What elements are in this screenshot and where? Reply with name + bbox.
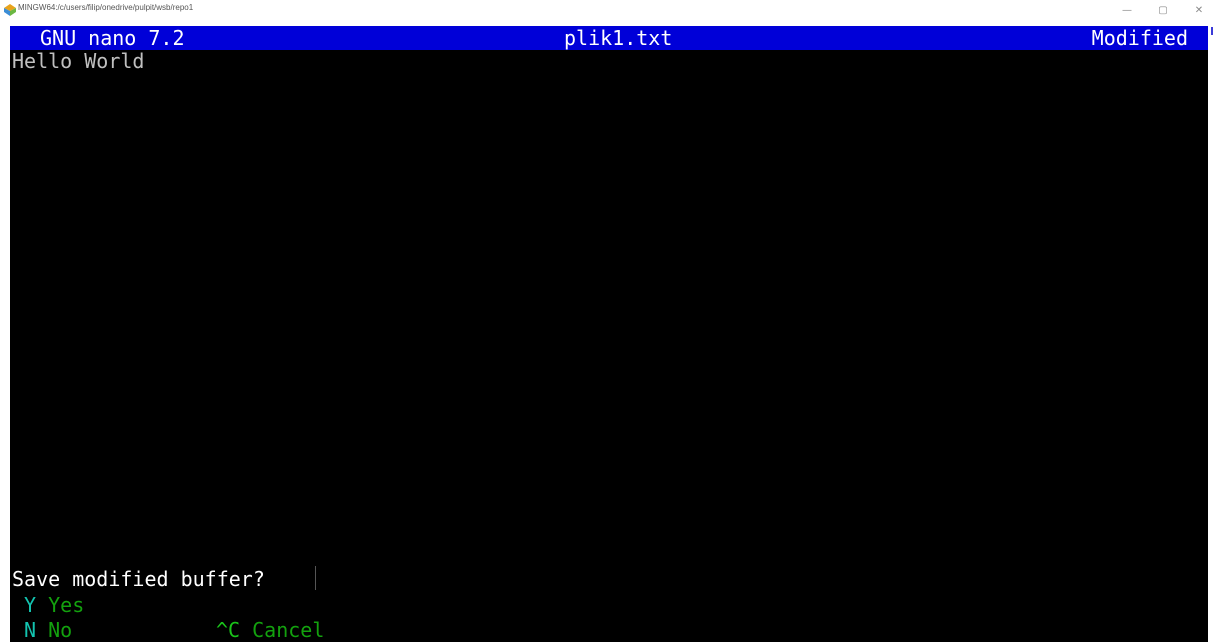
mingw-app-icon xyxy=(4,4,16,16)
terminal-window: MINGW64:/c/users/filip/onedrive/pulpit/w… xyxy=(0,0,1218,642)
option-no-label: No xyxy=(48,618,73,642)
option-cancel-label: Cancel xyxy=(252,618,325,642)
nano-header-bar: GNU nano 7.2 plik1.txt Modified xyxy=(10,26,1208,50)
option-no[interactable]: N No xyxy=(12,619,72,641)
title-bar[interactable]: MINGW64:/c/users/filip/onedrive/pulpit/w… xyxy=(0,0,1218,26)
maximize-button[interactable]: ▢ xyxy=(1152,2,1174,20)
terminal-area[interactable]: GNU nano 7.2 plik1.txt Modified Hello Wo… xyxy=(10,26,1208,642)
option-yes[interactable]: Y Yes xyxy=(12,594,84,616)
option-yes-key: Y xyxy=(24,593,37,617)
save-prompt: Save modified buffer? xyxy=(12,567,265,591)
modified-status: Modified xyxy=(1091,26,1188,50)
window-title: MINGW64:/c/users/filip/onedrive/pulpit/w… xyxy=(18,3,194,12)
option-yes-label: Yes xyxy=(48,593,85,617)
scrollbar[interactable] xyxy=(1208,26,1218,642)
minimize-button[interactable]: — xyxy=(1116,2,1138,20)
nano-version: GNU nano 7.2 xyxy=(40,26,185,50)
file-name: plik1.txt xyxy=(564,26,673,50)
buffer-line[interactable]: Hello World xyxy=(12,50,144,72)
text-cursor xyxy=(315,566,316,590)
option-cancel[interactable]: ^C Cancel xyxy=(216,619,324,641)
option-cancel-key: ^C xyxy=(216,618,241,642)
scrollbar-thumb[interactable] xyxy=(1211,27,1213,35)
option-no-key: N xyxy=(24,618,37,642)
close-button[interactable]: ✕ xyxy=(1188,2,1210,20)
